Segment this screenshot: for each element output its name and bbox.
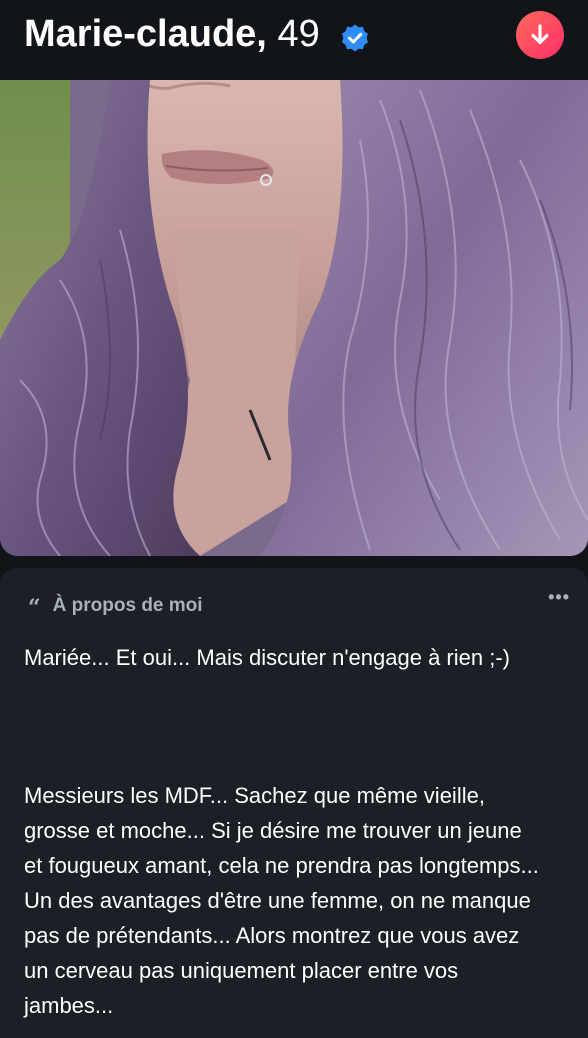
quote-icon: “ [28,595,41,621]
bio-paragraph: Mariée... Et oui... Mais discuter n'enga… [24,645,510,670]
profile-photo[interactable] [0,80,588,556]
profile-name-age: Marie-claude, 49 [24,10,370,58]
close-profile-button[interactable] [516,11,564,59]
profile-header: Marie-claude, 49 [0,0,588,80]
bio-paragraph: Messieurs les MDF... Sachez que même vie… [24,783,539,1018]
about-title: À propos de moi [52,595,203,616]
profile-age: 49 [277,13,320,55]
arrow-down-icon [531,24,549,45]
profile-name: Marie-claude, [24,13,267,55]
about-section-header: “ À propos de moi [28,592,203,620]
verified-check-icon [340,17,370,52]
more-options-icon[interactable]: ••• [548,588,570,606]
about-card: “ À propos de moi ••• Mariée... Et oui..… [0,568,588,1038]
